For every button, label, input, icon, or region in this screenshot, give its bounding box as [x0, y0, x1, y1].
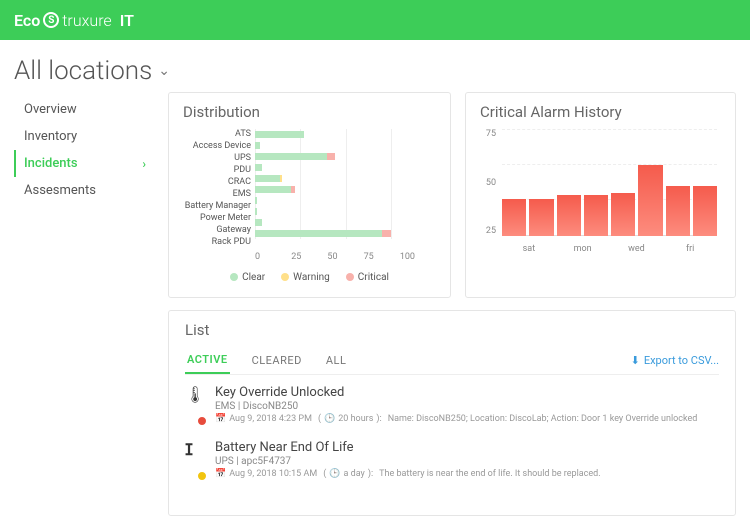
- dist-bar: [255, 129, 436, 140]
- location-label: All locations: [14, 56, 152, 86]
- y-tick: 75: [480, 129, 496, 139]
- battery-icon: ⵊ: [185, 440, 205, 479]
- severity-badge-critical: [197, 416, 207, 426]
- dist-category-label: Rack PDU: [212, 237, 251, 248]
- incident-meta: 📅Aug 9, 2018 10:15 AM (🕒 a day): The bat…: [215, 469, 719, 479]
- x-tick: wed: [610, 244, 664, 254]
- alarm-history-card: Critical Alarm History 75 50 25: [465, 92, 736, 298]
- sidebar-item-label: Overview: [24, 102, 77, 117]
- incident-list-card: List ACTIVE CLEARED ALL ⬇ Export to CSV.…: [168, 310, 736, 516]
- distribution-chart: ATSAccess DeviceUPSPDUCRACEMSBattery Man…: [183, 129, 436, 248]
- alarm-bar: [638, 165, 662, 236]
- dist-bar: [255, 162, 436, 173]
- calendar-icon: 📅: [215, 469, 226, 479]
- distribution-card: Distribution ATSAccess DeviceUPSPDUCRACE…: [168, 92, 451, 298]
- tab-cleared[interactable]: CLEARED: [250, 348, 304, 373]
- sidebar-item-label: Incidents: [24, 156, 78, 171]
- sidebar-item-label: Assesments: [24, 183, 96, 198]
- brand-post: truxure: [62, 11, 111, 30]
- alarm-bar: [502, 199, 526, 236]
- x-tick: 25: [291, 252, 327, 262]
- x-tick: sat: [502, 244, 556, 254]
- dist-category-label: Power Meter: [200, 213, 251, 224]
- dist-category-label: UPS: [234, 153, 251, 164]
- list-tabs: ACTIVE CLEARED ALL ⬇ Export to CSV...: [185, 347, 719, 375]
- chevron-right-icon: ›: [142, 157, 146, 171]
- tab-all[interactable]: ALL: [324, 348, 349, 373]
- legend-critical: Critical: [358, 272, 389, 283]
- severity-badge-warning: [197, 471, 207, 481]
- brand-glyph-icon: S: [43, 12, 59, 28]
- brand-logo: Eco S truxure IT: [14, 11, 134, 30]
- dist-category-label: Access Device: [193, 141, 251, 152]
- x-tick: fri: [663, 244, 717, 254]
- brand-suffix: IT: [120, 11, 134, 30]
- alarm-bar: [557, 195, 581, 236]
- dist-category-label: Battery Manager: [185, 201, 251, 212]
- x-tick: 75: [364, 252, 400, 262]
- dist-category-label: CRAC: [228, 177, 251, 188]
- dist-bar: [255, 228, 436, 239]
- alarm-bar: [666, 186, 690, 236]
- x-tick: 50: [327, 252, 363, 262]
- sidebar-item-label: Inventory: [24, 129, 77, 144]
- x-tick: 100: [400, 252, 436, 262]
- distribution-title: Distribution: [183, 103, 436, 121]
- y-tick: 25: [480, 226, 496, 236]
- alarm-bar: [611, 193, 635, 236]
- dist-bar: [255, 217, 436, 228]
- sidebar: Overview Inventory Incidents › Assesment…: [14, 92, 154, 204]
- incident-row[interactable]: 🌡 Key Override Unlocked EMS | DiscoNB250…: [185, 375, 719, 430]
- alarm-bar: [584, 195, 608, 236]
- incident-sub: EMS | DiscoNB250: [215, 401, 719, 412]
- dist-bar: [255, 206, 436, 217]
- distribution-legend: Clear Warning Critical: [183, 272, 436, 283]
- dist-bar: [255, 184, 436, 195]
- top-bar: Eco S truxure IT: [0, 0, 750, 40]
- y-tick: 50: [480, 178, 496, 188]
- alarm-bar: [529, 199, 553, 236]
- dist-bar: [255, 195, 436, 206]
- list-title: List: [185, 321, 719, 339]
- incident-title: Key Override Unlocked: [215, 385, 719, 400]
- calendar-icon: 📅: [215, 414, 226, 424]
- legend-warning: Warning: [293, 272, 330, 283]
- export-label: Export to CSV...: [644, 354, 719, 367]
- incident-row[interactable]: ⵊ Battery Near End Of Life UPS | apc5F47…: [185, 430, 719, 485]
- tab-active[interactable]: ACTIVE: [185, 347, 230, 374]
- dist-bar: [255, 173, 436, 184]
- x-tick: mon: [556, 244, 610, 254]
- sidebar-item-incidents[interactable]: Incidents ›: [14, 150, 154, 177]
- legend-clear: Clear: [242, 272, 265, 283]
- brand-pre: Eco: [14, 11, 40, 30]
- clock-icon: 🕒: [324, 414, 335, 424]
- sidebar-item-overview[interactable]: Overview: [14, 96, 154, 123]
- alarm-history-title: Critical Alarm History: [480, 103, 721, 121]
- alarm-history-chart: 75 50 25 satmonwedfri: [480, 129, 721, 254]
- sidebar-item-inventory[interactable]: Inventory: [14, 123, 154, 150]
- location-selector[interactable]: All locations ⌄: [14, 56, 170, 86]
- dist-bar: [255, 140, 436, 151]
- download-icon: ⬇: [631, 354, 640, 367]
- dist-category-label: Gateway: [216, 225, 251, 236]
- sidebar-item-assessments[interactable]: Assesments: [14, 177, 154, 204]
- incident-meta: 📅Aug 9, 2018 4:23 PM (🕒 20 hours): Name:…: [215, 414, 719, 424]
- dist-category-label: PDU: [234, 165, 251, 176]
- thermometer-icon: 🌡: [185, 385, 205, 424]
- x-tick: 0: [255, 252, 291, 262]
- dist-category-label: ATS: [235, 129, 251, 140]
- export-csv-link[interactable]: ⬇ Export to CSV...: [631, 354, 719, 367]
- clock-icon: 🕒: [329, 469, 340, 479]
- incident-sub: UPS | apc5F4737: [215, 456, 719, 467]
- dist-category-label: EMS: [233, 189, 251, 200]
- incident-title: Battery Near End Of Life: [215, 440, 719, 455]
- dist-bar: [255, 151, 436, 162]
- chevron-down-icon: ⌄: [158, 63, 170, 79]
- alarm-bar: [693, 186, 717, 236]
